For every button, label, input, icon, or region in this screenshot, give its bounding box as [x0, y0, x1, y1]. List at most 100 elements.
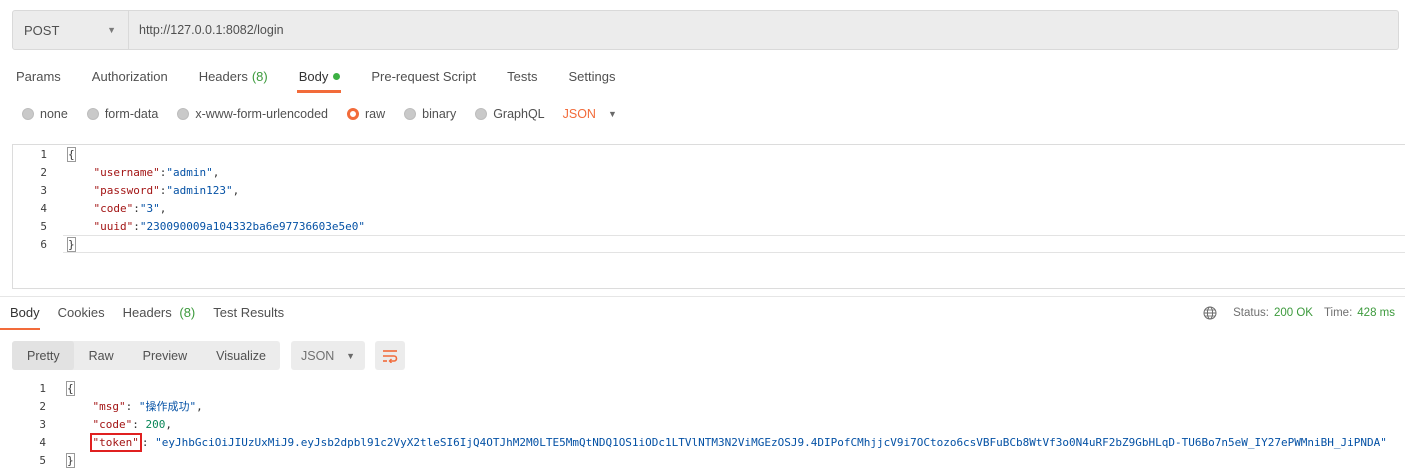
response-tab-cookies[interactable]: Cookies — [48, 305, 113, 330]
tab-tests[interactable]: Tests — [491, 62, 552, 93]
code-line: 2 "username":"admin", — [13, 164, 1405, 182]
line-number: 6 — [40, 238, 47, 251]
tab-label: Body — [10, 305, 40, 320]
headers-count: (8) — [179, 305, 196, 320]
chevron-down-icon: ▼ — [607, 109, 617, 119]
line-number: 5 — [40, 220, 47, 233]
radio-selected-icon — [347, 108, 359, 120]
code-line: 1 { — [12, 380, 1405, 398]
close-brace: } — [67, 237, 76, 252]
response-format-select[interactable]: JSON ▼ — [291, 341, 365, 370]
status-value[interactable]: 200 OK — [1274, 307, 1313, 319]
line-number: 4 — [40, 202, 47, 215]
radio-label: none — [40, 107, 68, 121]
tab-headers[interactable]: Headers (8) — [183, 62, 283, 93]
method-label: POST — [24, 22, 60, 38]
json-value: "3" — [139, 202, 160, 215]
time-value[interactable]: 428 ms — [1357, 307, 1395, 319]
wrap-lines-button[interactable] — [375, 341, 405, 370]
json-key: "msg" — [92, 400, 126, 413]
wrap-lines-icon — [383, 349, 398, 363]
radio-icon — [475, 108, 488, 120]
json-key: "username" — [93, 166, 160, 179]
json-value: "230090009a104332ba6e97736603e5e0" — [139, 220, 366, 233]
radio-icon — [86, 108, 99, 120]
view-raw-button[interactable]: Raw — [74, 341, 128, 370]
radio-icon — [22, 108, 34, 120]
json-value: 200 — [145, 418, 166, 431]
close-brace: } — [66, 453, 75, 468]
time-label: Time: — [1323, 307, 1353, 319]
chevron-down-icon: ▼ — [346, 350, 355, 361]
code-line: 1 { — [13, 146, 1405, 164]
json-comma: , — [212, 166, 220, 179]
code-line: 5 } — [12, 452, 1405, 470]
body-type-graphql[interactable]: GraphQL — [475, 107, 545, 121]
code-line: 3 "password":"admin123", — [13, 182, 1405, 200]
json-key: "uuid" — [93, 220, 134, 233]
json-value: "操作成功" — [138, 400, 197, 413]
body-type-form-data[interactable]: form-data — [86, 107, 159, 121]
json-sep: : — [133, 202, 140, 215]
status-label: Status: — [1233, 307, 1269, 319]
method-select[interactable]: POST ▼ — [13, 11, 129, 49]
body-type-urlencoded[interactable]: x-www-form-urlencoded — [177, 107, 328, 121]
code-line: 4 "code":"3", — [13, 200, 1405, 218]
tab-pre-request-script[interactable]: Pre-request Script — [355, 62, 491, 93]
radio-label: raw — [365, 107, 386, 121]
url-input[interactable]: http://127.0.0.1:8082/login — [129, 11, 1398, 49]
view-pretty-button[interactable]: Pretty — [12, 341, 74, 370]
body-type-raw[interactable]: raw — [347, 107, 385, 121]
tab-label: Settings — [568, 69, 616, 84]
radio-label: form-data — [104, 107, 159, 121]
code-line: 4 "token": "eyJhbGciOiJIUzUxMiJ9.eyJsb2d… — [12, 433, 1405, 452]
view-label: Raw — [88, 348, 114, 363]
code-line: 3 "code": 200, — [12, 416, 1405, 434]
line-number: 1 — [40, 148, 47, 161]
tab-settings[interactable]: Settings — [552, 62, 630, 93]
code-line: 6 } — [13, 236, 1405, 254]
open-brace: { — [66, 381, 75, 396]
token-value: "eyJhbGciOiJIUzUxMiJ9.eyJsb2dpbl91c2VyX2… — [155, 436, 1387, 449]
tab-params[interactable]: Params — [0, 62, 76, 93]
url-text: http://127.0.0.1:8082/login — [139, 23, 284, 37]
tab-label: Headers — [122, 305, 172, 320]
line-number: 2 — [40, 166, 47, 179]
body-format-select[interactable]: JSON ▼ — [563, 107, 617, 121]
line-number: 5 — [39, 454, 46, 467]
json-key: "code" — [92, 418, 133, 431]
response-tabs: Body Cookies Headers (8) Test Results — [0, 305, 292, 330]
response-body-viewer[interactable]: 1 { 2 "msg": "操作成功", 3 "code": 200, 4 "t… — [12, 380, 1405, 470]
line-number: 3 — [40, 184, 47, 197]
body-type-none[interactable]: none — [22, 107, 68, 121]
json-comma: , — [232, 184, 240, 197]
line-number: 4 — [39, 436, 46, 449]
response-tab-body[interactable]: Body — [0, 305, 48, 330]
response-tab-test-results[interactable]: Test Results — [203, 305, 292, 330]
body-format-label: JSON — [562, 107, 596, 121]
tab-authorization[interactable]: Authorization — [76, 62, 183, 93]
json-value: "admin123" — [166, 184, 233, 197]
radio-icon — [177, 108, 190, 120]
json-comma: , — [159, 202, 167, 215]
view-visualize-button[interactable]: Visualize — [201, 341, 280, 370]
json-sep: : — [133, 220, 140, 233]
json-key: "password" — [93, 184, 160, 197]
request-body-editor[interactable]: 1 { 2 "username":"admin", 3 "password":"… — [12, 144, 1405, 289]
code-line: 5 "uuid":"230090009a104332ba6e97736603e5… — [13, 218, 1405, 236]
globe-icon[interactable] — [1203, 306, 1217, 320]
body-type-binary[interactable]: binary — [404, 107, 456, 121]
tab-body[interactable]: Body — [283, 62, 356, 93]
tab-label: Test Results — [213, 305, 285, 320]
response-tab-headers[interactable]: Headers (8) — [113, 305, 204, 330]
view-label: Visualize — [216, 348, 266, 363]
view-preview-button[interactable]: Preview — [128, 341, 201, 370]
radio-label: GraphQL — [493, 107, 545, 121]
token-key-highlight: "token" — [89, 433, 142, 452]
response-status: Status: 200 OK Time: 428 ms — [1203, 306, 1395, 320]
tab-label: Params — [16, 69, 61, 84]
tab-label: Tests — [507, 69, 538, 84]
open-brace: { — [67, 147, 76, 162]
request-tabs: Params Authorization Headers (8) Body Pr… — [0, 62, 630, 93]
line-number: 1 — [39, 382, 46, 395]
